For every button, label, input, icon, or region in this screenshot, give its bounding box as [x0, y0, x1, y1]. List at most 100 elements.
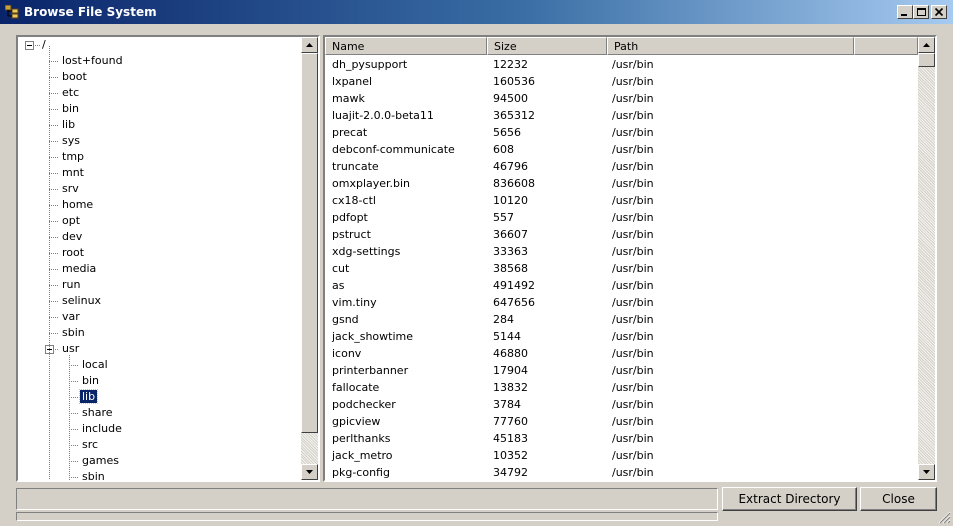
- table-row[interactable]: as 491492/usr/bin: [325, 277, 918, 294]
- file-list-content: Name Size Path dh_pysupport 12232/usr/bin…: [325, 37, 918, 480]
- table-row[interactable]: gsnd 284/usr/bin: [325, 311, 918, 328]
- table-row[interactable]: vim.tiny 647656/usr/bin: [325, 294, 918, 311]
- maximize-button[interactable]: [913, 5, 929, 19]
- tree-line: [49, 141, 59, 142]
- minimize-button[interactable]: [897, 5, 913, 19]
- tree-node-bin[interactable]: bin: [60, 101, 81, 117]
- tree-node-sbin[interactable]: sbin: [60, 325, 87, 341]
- tree-node-usr-bin[interactable]: bin: [80, 373, 101, 389]
- tree-line: [49, 285, 59, 286]
- table-row[interactable]: pstruct 36607/usr/bin: [325, 226, 918, 243]
- file-size-cell: 5144: [493, 330, 521, 343]
- tree-node-sys[interactable]: sys: [60, 133, 82, 149]
- table-row[interactable]: lxpanel 160536/usr/bin: [325, 73, 918, 90]
- tree-node-usr-sbin[interactable]: sbin: [80, 469, 107, 480]
- tree-scrollbar[interactable]: [301, 37, 318, 480]
- tree-node-label: root: [62, 246, 85, 259]
- file-size-cell: 608: [493, 143, 514, 156]
- tree-node-root[interactable]: root: [60, 245, 86, 261]
- table-row[interactable]: perlthanks 45183/usr/bin: [325, 430, 918, 447]
- column-header-size[interactable]: Size: [487, 37, 607, 55]
- collapse-root-icon[interactable]: [25, 41, 34, 50]
- file-name-cell: luajit-2.0.0-beta11: [332, 109, 434, 122]
- file-name-cell: jack_showtime: [332, 330, 413, 343]
- tree-node-run[interactable]: run: [60, 277, 82, 293]
- window-title: Browse File System: [24, 5, 157, 19]
- list-scroll-up-button[interactable]: [918, 37, 935, 53]
- tree-scroll-thumb[interactable]: [301, 53, 318, 433]
- file-path-cell: /usr/bin: [612, 364, 654, 377]
- file-path-cell: /usr/bin: [612, 211, 654, 224]
- title-bar[interactable]: Browse File System: [0, 0, 953, 24]
- table-row[interactable]: jack_metro 10352/usr/bin: [325, 447, 918, 464]
- column-header-name[interactable]: Name: [325, 37, 487, 55]
- table-row[interactable]: pdfopt 557/usr/bin: [325, 209, 918, 226]
- resize-grip-icon[interactable]: [938, 511, 951, 524]
- directory-tree[interactable]: / lost+found boot etc bin lib sys tmp mnt srv home…: [16, 35, 320, 482]
- table-row[interactable]: cut 38568/usr/bin: [325, 260, 918, 277]
- tree-node-usr-games[interactable]: games: [80, 453, 121, 469]
- table-row[interactable]: gpicview 77760/usr/bin: [325, 413, 918, 430]
- tree-scroll-down-button[interactable]: [301, 464, 318, 480]
- tree-node-home[interactable]: home: [60, 197, 95, 213]
- file-size-cell: 3784: [493, 398, 521, 411]
- tree-node-usr-lib[interactable]: lib: [78, 389, 99, 405]
- tree-scroll-up-button[interactable]: [301, 37, 318, 53]
- column-header-path[interactable]: Path: [607, 37, 854, 55]
- tree-node-usr-local[interactable]: local: [80, 357, 110, 373]
- tree-node-usr-include[interactable]: include: [80, 421, 124, 437]
- tree-node-mnt[interactable]: mnt: [60, 165, 86, 181]
- file-list[interactable]: Name Size Path dh_pysupport 12232/usr/bin…: [323, 35, 937, 482]
- tree-line: [49, 125, 59, 126]
- table-row[interactable]: printerbanner 17904/usr/bin: [325, 362, 918, 379]
- tree-node-var[interactable]: var: [60, 309, 82, 325]
- tree-node-usr-share[interactable]: share: [80, 405, 115, 421]
- tree-line: [69, 413, 79, 414]
- file-path-cell: /usr/bin: [612, 109, 654, 122]
- table-row[interactable]: xdg-settings 33363/usr/bin: [325, 243, 918, 260]
- list-scrollbar[interactable]: [918, 37, 935, 480]
- table-row[interactable]: iconv 46880/usr/bin: [325, 345, 918, 362]
- table-row[interactable]: truncate 46796/usr/bin: [325, 158, 918, 175]
- tree-node-selinux[interactable]: selinux: [60, 293, 103, 309]
- file-size-cell: 34792: [493, 466, 528, 479]
- tree-node-usr-src[interactable]: src: [80, 437, 100, 453]
- table-row[interactable]: omxplayer.bin 836608/usr/bin: [325, 175, 918, 192]
- tree-node-label: include: [82, 422, 122, 435]
- table-row[interactable]: mawk 94500/usr/bin: [325, 90, 918, 107]
- tree-node-tmp[interactable]: tmp: [60, 149, 86, 165]
- file-name-cell: as: [332, 279, 345, 292]
- tree-line: [49, 301, 59, 302]
- tree-node-srv[interactable]: srv: [60, 181, 81, 197]
- tree-node-label: local: [82, 358, 108, 371]
- table-row[interactable]: fallocate 13832/usr/bin: [325, 379, 918, 396]
- file-size-cell: 13832: [493, 381, 528, 394]
- table-row[interactable]: jack_showtime 5144/usr/bin: [325, 328, 918, 345]
- list-scroll-down-button[interactable]: [918, 464, 935, 480]
- file-path-cell: /usr/bin: [612, 143, 654, 156]
- tree-node-dev[interactable]: dev: [60, 229, 84, 245]
- file-size-cell: 491492: [493, 279, 535, 292]
- tree-node-root[interactable]: /: [40, 37, 48, 53]
- file-size-cell: 836608: [493, 177, 535, 190]
- tree-node-lib[interactable]: lib: [60, 117, 77, 133]
- tree-node-opt[interactable]: opt: [60, 213, 82, 229]
- table-row[interactable]: pkg-config 34792/usr/bin: [325, 464, 918, 480]
- close-button[interactable]: Close: [860, 487, 937, 511]
- tree-node-lost-found[interactable]: lost+found: [60, 53, 125, 69]
- tree-node-etc[interactable]: etc: [60, 85, 81, 101]
- table-row[interactable]: dh_pysupport 12232/usr/bin: [325, 56, 918, 73]
- tree-node-label: opt: [62, 214, 81, 227]
- table-row[interactable]: luajit-2.0.0-beta11 365312/usr/bin: [325, 107, 918, 124]
- table-row[interactable]: cx18-ctl 10120/usr/bin: [325, 192, 918, 209]
- arrow-down-icon: [306, 470, 313, 474]
- close-window-button[interactable]: [931, 5, 947, 19]
- tree-node-media[interactable]: media: [60, 261, 98, 277]
- table-row[interactable]: debconf-communicate 608/usr/bin: [325, 141, 918, 158]
- extract-directory-button[interactable]: Extract Directory: [722, 487, 857, 511]
- table-row[interactable]: podchecker 3784/usr/bin: [325, 396, 918, 413]
- tree-node-boot[interactable]: boot: [60, 69, 89, 85]
- tree-node-usr[interactable]: usr: [60, 341, 81, 357]
- table-row[interactable]: precat 5656/usr/bin: [325, 124, 918, 141]
- list-scroll-thumb[interactable]: [918, 53, 935, 67]
